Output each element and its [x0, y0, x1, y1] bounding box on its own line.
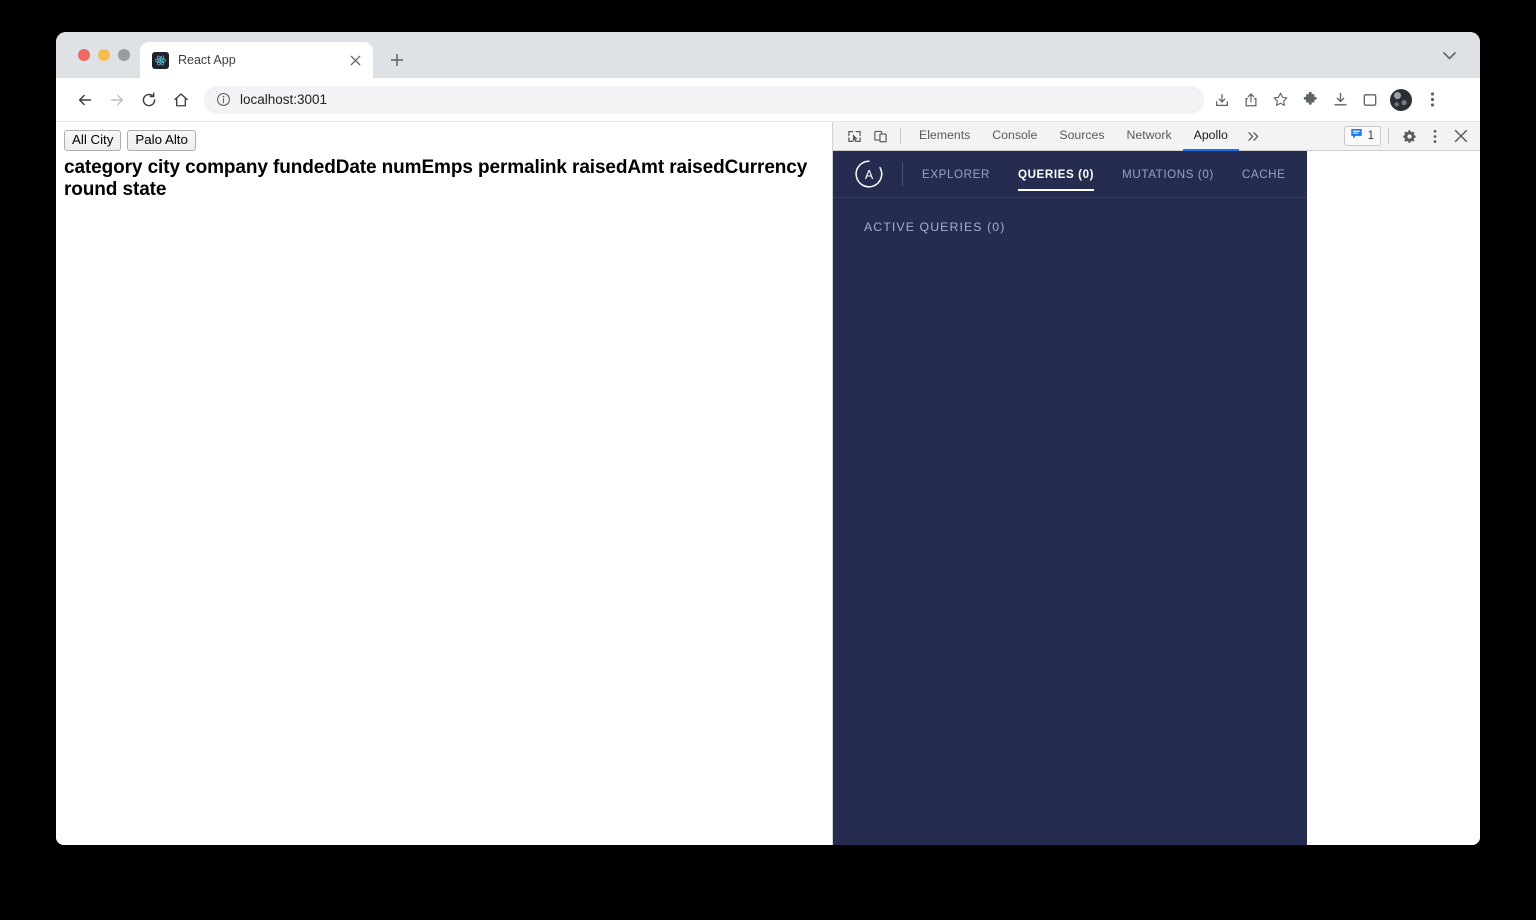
devtools-empty-area — [1307, 151, 1480, 845]
tab-elements[interactable]: Elements — [908, 122, 981, 151]
palo-alto-button[interactable]: Palo Alto — [127, 130, 196, 151]
browser-window: React App — [56, 32, 1480, 845]
devtools-toolbar: Elements Console Sources Network Apollo — [833, 122, 1480, 151]
browser-toolbar: localhost:3001 — [56, 78, 1480, 122]
chevron-down-icon[interactable] — [1436, 43, 1462, 69]
address-bar-url: localhost:3001 — [240, 92, 327, 107]
apollo-logo-icon: A — [854, 159, 884, 189]
extensions-puzzle-icon[interactable] — [1296, 86, 1324, 114]
browser-toolbar-actions — [1296, 86, 1446, 114]
close-devtools-icon[interactable] — [1448, 124, 1474, 148]
page-viewport: All City Palo Alto category city company… — [56, 122, 832, 845]
devtools-toolbar-right: 1 — [1344, 124, 1474, 148]
install-app-icon[interactable] — [1208, 86, 1236, 114]
toolbar-divider-right — [1388, 128, 1389, 144]
issues-count: 1 — [1368, 130, 1374, 142]
chevron-double-right-icon[interactable] — [1239, 122, 1268, 151]
kebab-menu-icon[interactable] — [1422, 124, 1448, 148]
apollo-header: A EXPLORER QUERIES (0) MUTATIONS (0) CAC… — [833, 151, 1307, 198]
new-tab-button[interactable] — [383, 46, 411, 74]
tab-console[interactable]: Console — [981, 122, 1048, 151]
tab-strip: React App — [56, 32, 1480, 78]
bookmark-star-icon[interactable] — [1266, 86, 1294, 114]
chrome-menu-icon[interactable] — [1418, 86, 1446, 114]
reload-icon[interactable] — [134, 85, 164, 115]
all-city-button[interactable]: All City — [64, 130, 121, 151]
window-zoom-button[interactable] — [118, 49, 130, 61]
svg-text:A: A — [865, 168, 874, 182]
apollo-content: ACTIVE QUERIES (0) — [833, 198, 1307, 845]
info-circle-icon[interactable] — [216, 92, 231, 107]
device-toolbar-icon[interactable] — [867, 124, 893, 148]
devtools-tabs: Elements Console Sources Network Apollo — [908, 122, 1268, 151]
apollo-tab-explorer[interactable]: EXPLORER — [922, 151, 1004, 198]
apollo-tabs: EXPLORER QUERIES (0) MUTATIONS (0) CACHE — [922, 151, 1299, 198]
tab-apollo[interactable]: Apollo — [1183, 122, 1239, 151]
forward-arrow-icon[interactable] — [102, 85, 132, 115]
side-panel-icon[interactable] — [1356, 86, 1384, 114]
content-area: All City Palo Alto category city company… — [56, 122, 1480, 845]
gear-icon[interactable] — [1396, 124, 1422, 148]
back-arrow-icon[interactable] — [70, 85, 100, 115]
browser-tab[interactable]: React App — [140, 42, 373, 78]
window-minimize-button[interactable] — [98, 49, 110, 61]
address-bar[interactable]: localhost:3001 — [204, 86, 1204, 114]
close-icon[interactable] — [346, 51, 365, 70]
apollo-tab-mutations[interactable]: MUTATIONS (0) — [1108, 151, 1228, 198]
active-queries-label: ACTIVE QUERIES (0) — [864, 220, 1307, 234]
downloads-icon[interactable] — [1326, 86, 1354, 114]
tab-sources[interactable]: Sources — [1048, 122, 1115, 151]
devtools-panel: Elements Console Sources Network Apollo — [832, 122, 1480, 845]
profile-avatar[interactable] — [1390, 89, 1412, 111]
tab-network[interactable]: Network — [1116, 122, 1183, 151]
browser-tab-title: React App — [178, 53, 337, 67]
window-close-button[interactable] — [78, 49, 90, 61]
page-heading: category city company fundedDate numEmps… — [64, 157, 824, 201]
apollo-tab-queries[interactable]: QUERIES (0) — [1004, 151, 1108, 198]
apollo-devtools-panel: A EXPLORER QUERIES (0) MUTATIONS (0) CAC… — [833, 151, 1307, 845]
inspect-element-icon[interactable] — [841, 124, 867, 148]
apollo-header-divider — [902, 162, 903, 186]
home-icon[interactable] — [166, 85, 196, 115]
omnibox-action-icons — [1208, 86, 1294, 114]
share-icon[interactable] — [1237, 86, 1265, 114]
issues-message-icon — [1350, 127, 1363, 145]
window-traffic-lights — [56, 32, 140, 78]
city-filter-buttons: All City Palo Alto — [64, 130, 824, 151]
toolbar-divider — [900, 128, 901, 144]
devtools-body: A EXPLORER QUERIES (0) MUTATIONS (0) CAC… — [833, 151, 1480, 845]
issues-badge[interactable]: 1 — [1344, 126, 1381, 146]
apollo-tab-cache[interactable]: CACHE — [1228, 151, 1300, 198]
react-logo-icon — [152, 52, 169, 69]
